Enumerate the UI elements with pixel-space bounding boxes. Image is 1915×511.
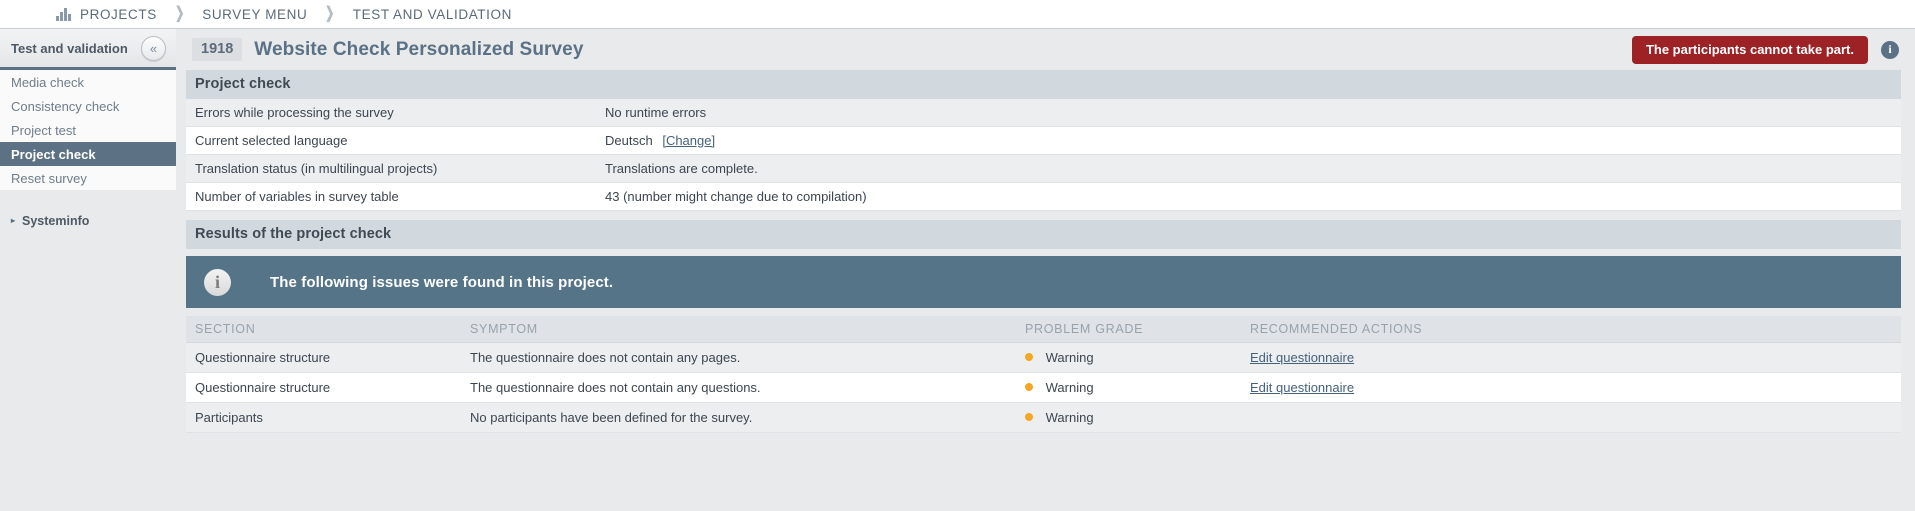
change-language-link[interactable]: [Change] xyxy=(662,133,715,148)
warning-dot-icon xyxy=(1025,353,1033,361)
page-title: Website Check Personalized Survey xyxy=(254,38,584,60)
results-table-head: SECTION SYMPTOM PROBLEM GRADE RECOMMENDE… xyxy=(186,316,1901,343)
project-check-panel-title: Project check xyxy=(186,70,1901,99)
sidebar-title: Test and validation xyxy=(11,40,128,56)
results-notice-text: The following issues were found in this … xyxy=(270,273,614,291)
info-icon[interactable]: i xyxy=(1881,40,1899,59)
results-table: SECTION SYMPTOM PROBLEM GRADE RECOMMENDE… xyxy=(186,316,1901,433)
sidebar-collapse-button[interactable]: « xyxy=(141,36,166,61)
sidebar: Test and validation « Media check Consis… xyxy=(0,29,176,511)
cell-problem-grade: Warning xyxy=(1016,342,1241,373)
results-notice-banner: i The following issues were found in thi… xyxy=(186,256,1901,308)
breadcrumb-item-projects[interactable]: PROJECTS xyxy=(80,7,157,22)
cell-section: Questionnaire structure xyxy=(186,342,461,373)
row-label: Errors while processing the survey xyxy=(186,99,596,127)
cell-problem-grade: Warning xyxy=(1016,402,1241,433)
cell-symptom: The questionnaire does not contain any q… xyxy=(461,372,1016,403)
current-language-value: Deutsch xyxy=(605,133,653,148)
sidebar-item-reset-survey[interactable]: Reset survey xyxy=(0,166,176,190)
table-row: Questionnaire structure The questionnair… xyxy=(186,342,1901,373)
breadcrumb-bar: PROJECTS ❯ SURVEY MENU ❯ TEST AND VALIDA… xyxy=(0,0,1915,29)
breadcrumb-item-survey-menu[interactable]: SURVEY MENU xyxy=(202,7,307,22)
row-label: Translation status (in multilingual proj… xyxy=(186,154,596,183)
edit-questionnaire-link[interactable]: Edit questionnaire xyxy=(1250,380,1354,395)
sidebar-item-media-check[interactable]: Media check xyxy=(0,70,176,94)
row-value: Deutsch [Change] xyxy=(596,126,1901,155)
sidebar-filler xyxy=(0,234,176,429)
table-row: Current selected language Deutsch [Chang… xyxy=(186,126,1901,155)
warning-dot-icon xyxy=(1025,413,1033,421)
sidebar-item-project-check[interactable]: Project check xyxy=(0,142,176,166)
column-header-symptom: SYMPTOM xyxy=(461,316,1016,343)
table-row: Errors while processing the survey No ru… xyxy=(186,99,1901,127)
chevron-right-icon: ▸ xyxy=(11,216,16,225)
table-row: Participants No participants have been d… xyxy=(186,402,1901,433)
sidebar-menu: Media check Consistency check Project te… xyxy=(0,70,176,190)
info-icon: i xyxy=(204,268,231,296)
chevron-right-icon: ❯ xyxy=(325,5,335,22)
results-table-body: Questionnaire structure The questionnair… xyxy=(186,342,1901,433)
cell-problem-grade: Warning xyxy=(1016,372,1241,403)
column-header-section: SECTION xyxy=(186,316,461,343)
sidebar-section-systeminfo[interactable]: ▸ Systeminfo xyxy=(0,208,176,234)
page-header-right: The participants cannot take part. i xyxy=(1631,35,1899,64)
column-header-problem-grade: PROBLEM GRADE xyxy=(1016,316,1241,343)
table-row: Questionnaire structure The questionnair… xyxy=(186,372,1901,403)
project-check-table: Errors while processing the survey No ru… xyxy=(186,99,1901,211)
sidebar-item-consistency-check[interactable]: Consistency check xyxy=(0,94,176,118)
grade-label: Warning xyxy=(1045,380,1094,395)
results-panel-title: Results of the project check xyxy=(186,220,1901,249)
table-row: Translation status (in multilingual proj… xyxy=(186,154,1901,183)
edit-questionnaire-link[interactable]: Edit questionnaire xyxy=(1250,350,1354,365)
cell-recommended-action: Edit questionnaire xyxy=(1241,342,1901,373)
project-id-badge: 1918 xyxy=(192,38,243,61)
page-header: 1918 Website Check Personalized Survey T… xyxy=(176,29,1915,70)
row-label: Current selected language xyxy=(186,126,596,155)
sidebar-header: Test and validation « xyxy=(0,29,176,70)
sidebar-spacer xyxy=(0,190,176,208)
cell-recommended-action xyxy=(1241,402,1901,433)
row-label: Number of variables in survey table xyxy=(186,182,596,211)
cell-recommended-action: Edit questionnaire xyxy=(1241,372,1901,403)
table-row: Number of variables in survey table 43 (… xyxy=(186,182,1901,211)
row-value: 43 (number might change due to compilati… xyxy=(596,182,1901,211)
status-badge[interactable]: The participants cannot take part. xyxy=(1631,35,1868,64)
main-area: 1918 Website Check Personalized Survey T… xyxy=(176,29,1915,511)
grade-label: Warning xyxy=(1045,350,1094,365)
breadcrumb-item-test-and-validation[interactable]: TEST AND VALIDATION xyxy=(353,7,512,22)
chevron-double-left-icon: « xyxy=(149,41,158,56)
bar-chart-icon xyxy=(56,7,71,21)
content-area: Project check Errors while processing th… xyxy=(176,70,1915,511)
cell-section: Questionnaire structure xyxy=(186,372,461,403)
column-header-recommended-actions: RECOMMENDED ACTIONS xyxy=(1241,316,1901,343)
page-shell: Test and validation « Media check Consis… xyxy=(0,29,1915,511)
sidebar-section-label: Systeminfo xyxy=(22,214,90,228)
warning-dot-icon xyxy=(1025,383,1033,391)
section-divider xyxy=(186,211,1901,220)
cell-symptom: The questionnaire does not contain any p… xyxy=(461,342,1016,373)
chevron-right-icon: ❯ xyxy=(174,5,185,22)
row-value: No runtime errors xyxy=(596,99,1901,127)
row-value: Translations are complete. xyxy=(596,154,1901,183)
cell-symptom: No participants have been defined for th… xyxy=(461,402,1016,433)
cell-section: Participants xyxy=(186,402,461,433)
grade-label: Warning xyxy=(1045,410,1094,425)
results-header-row: SECTION SYMPTOM PROBLEM GRADE RECOMMENDE… xyxy=(186,316,1901,343)
sidebar-item-project-test[interactable]: Project test xyxy=(0,118,176,142)
